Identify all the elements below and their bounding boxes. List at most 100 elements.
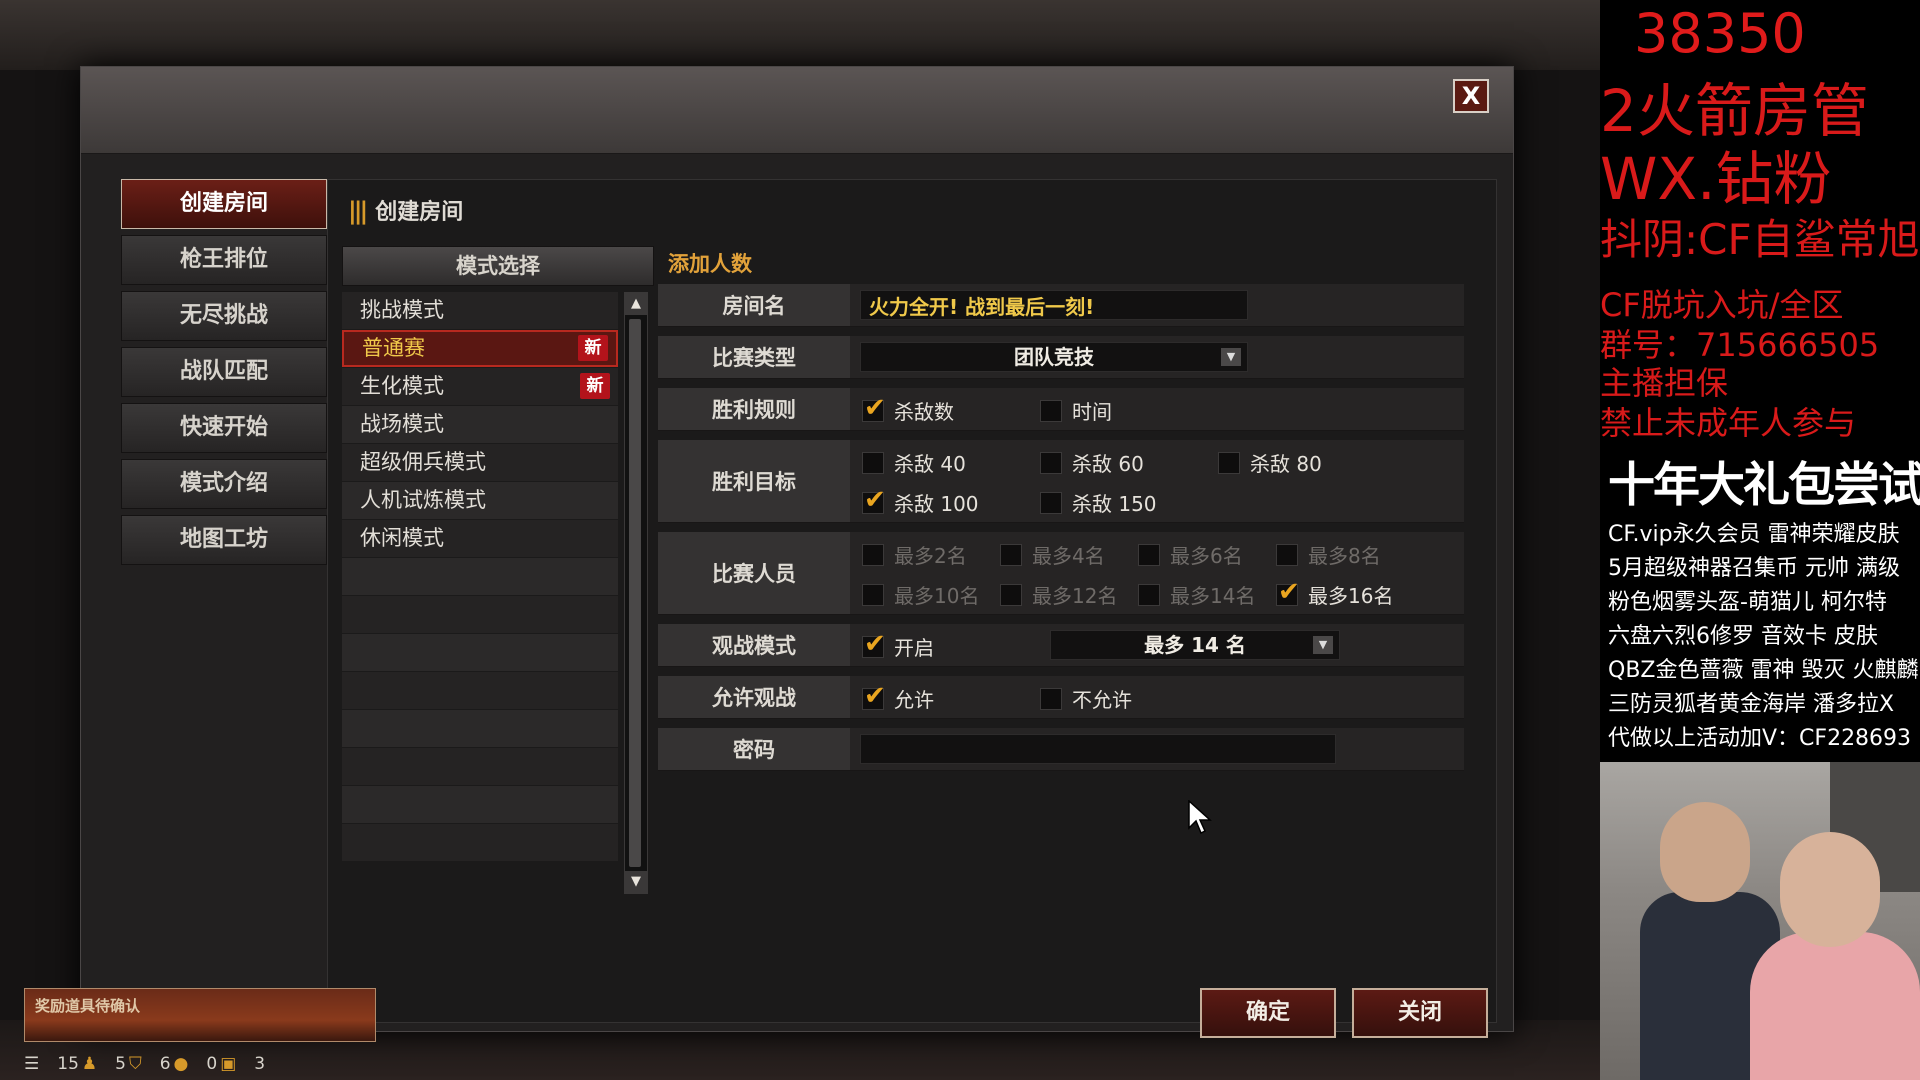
mode-label: 挑战模式 (360, 298, 444, 322)
room-name-input[interactable] (861, 291, 1247, 319)
players-option: 最多14名 (1138, 580, 1255, 609)
room-name-field[interactable] (860, 290, 1248, 320)
reward-notice[interactable]: 奖励道具待确认 (24, 988, 376, 1042)
settings-title: 添加人数 (668, 252, 752, 276)
players-option: 最多12名 (1000, 580, 1117, 609)
dialog-close-icon[interactable]: X (1453, 79, 1489, 113)
mode-item[interactable]: 生化模式 新 (342, 368, 618, 405)
row-password: 密码 (658, 728, 1464, 771)
gift-icon: ▣ (220, 1054, 237, 1074)
checkbox (862, 544, 884, 566)
scroll-down-icon[interactable]: ▼ (625, 871, 647, 893)
mode-item-selected[interactable]: 普通赛 新 (342, 330, 618, 367)
target-option[interactable]: 杀敌 60 (1040, 448, 1144, 477)
create-room-dialog: X 创建房间 枪王排位 无尽挑战 战队匹配 快速开始 模式介绍 地图工坊 |||… (80, 66, 1514, 1038)
overlay-line: 抖阴:CF自鲨常旭 (1600, 215, 1920, 264)
checkbox-checked[interactable] (862, 681, 886, 711)
nav-endless[interactable]: 无尽挑战 (121, 291, 327, 341)
overlay-headline: 十年大礼包尝试解封 (1608, 458, 1920, 513)
mode-list-scrollbar[interactable]: ▲ ▼ (624, 292, 648, 894)
checkbox[interactable] (1040, 492, 1062, 514)
row-allow-spectate: 允许观战 允许 不允许 (658, 676, 1464, 719)
mode-label: 超级佣兵模式 (360, 450, 486, 474)
allow-yes-option[interactable]: 允许 (862, 681, 934, 713)
option-label: 最多12名 (1032, 584, 1118, 608)
mode-empty-row (342, 710, 618, 747)
mode-empty-row (342, 786, 618, 823)
scroll-up-icon[interactable]: ▲ (625, 293, 647, 315)
password-input[interactable] (861, 735, 1335, 763)
close-button[interactable]: 关闭 (1352, 988, 1488, 1038)
nav-map-workshop[interactable]: 地图工坊 (121, 515, 327, 565)
mode-label: 人机试炼模式 (360, 488, 486, 512)
option-label: 时间 (1072, 400, 1112, 424)
checkbox-checked[interactable] (862, 393, 886, 423)
checkbox[interactable] (1040, 452, 1062, 474)
players-option: 最多4名 (1000, 540, 1105, 569)
checkbox[interactable] (1218, 452, 1240, 474)
target-option-selected[interactable]: 杀敌 100 (862, 485, 979, 517)
checkbox (1138, 544, 1160, 566)
nav-create-room[interactable]: 创建房间 (121, 179, 327, 229)
mode-item[interactable]: 战场模式 (342, 406, 618, 443)
spectate-label: 观战模式 (658, 624, 850, 666)
players-option: 最多2名 (862, 540, 967, 569)
checkbox[interactable] (1040, 688, 1062, 710)
status-bar: ☰ 15 ♟ 5 ⛉ 6 ● 0 ▣ 3 (24, 1050, 265, 1078)
shield-icon: ⛉ (128, 1054, 142, 1074)
players-option: 最多8名 (1276, 540, 1381, 569)
chevron-down-icon[interactable]: ▼ (1313, 636, 1333, 654)
option-label: 杀敌数 (894, 400, 954, 424)
room-name-label: 房间名 (658, 284, 850, 326)
spectate-limit-value: 最多 14 名 (1144, 633, 1246, 657)
nav-mode-intro[interactable]: 模式介绍 (121, 459, 327, 509)
win-target-label: 胜利目标 (658, 440, 850, 522)
option-label: 最多10名 (894, 584, 980, 608)
win-rule-label: 胜利规则 (658, 388, 850, 430)
mode-empty-row (342, 596, 618, 633)
status-count: 0 ▣ (206, 1054, 236, 1074)
option-label: 杀敌 40 (894, 452, 966, 476)
password-field[interactable] (860, 734, 1336, 764)
confirm-button[interactable]: 确定 (1200, 988, 1336, 1038)
option-label: 最多14名 (1170, 584, 1256, 608)
mode-item[interactable]: 超级佣兵模式 (342, 444, 618, 481)
mode-item[interactable]: 挑战模式 (342, 292, 618, 329)
left-nav: 创建房间 枪王排位 无尽挑战 战队匹配 快速开始 模式介绍 地图工坊 (121, 179, 327, 571)
status-count: 15 ♟ (57, 1054, 97, 1074)
target-option[interactable]: 杀敌 150 (1040, 488, 1157, 517)
mode-empty-row (342, 672, 618, 709)
mode-select-header: 模式选择 (342, 246, 654, 286)
mode-empty-row (342, 558, 618, 595)
match-type-select[interactable]: 团队竞技 ▼ (860, 342, 1248, 372)
win-rule-kills-option[interactable]: 杀敌数 (862, 393, 954, 425)
checkbox-checked[interactable] (862, 485, 886, 515)
players-option-selected[interactable]: 最多16名 (1276, 577, 1393, 609)
checkbox-checked[interactable] (1276, 577, 1300, 607)
nav-quick-start[interactable]: 快速开始 (121, 403, 327, 453)
overlay-list-item: QBZ金色蔷薇 雷神 毁灭 火麒麟 (1608, 658, 1919, 683)
checkbox[interactable] (862, 452, 884, 474)
checkbox (862, 584, 884, 606)
allow-no-option[interactable]: 不允许 (1040, 684, 1132, 713)
menu-icon[interactable]: ☰ (24, 1054, 39, 1074)
overlay-number: 38350 (1634, 2, 1806, 65)
option-label: 允许 (894, 688, 934, 712)
checkbox[interactable] (1040, 400, 1062, 422)
spectate-on-option[interactable]: 开启 (862, 629, 934, 661)
win-rule-time-option[interactable]: 时间 (1040, 396, 1112, 425)
target-option[interactable]: 杀敌 40 (862, 448, 966, 477)
chevron-down-icon[interactable]: ▼ (1221, 348, 1241, 366)
players-option: 最多6名 (1138, 540, 1243, 569)
mode-item[interactable]: 休闲模式 (342, 520, 618, 557)
target-option[interactable]: 杀敌 80 (1218, 448, 1322, 477)
checkbox-checked[interactable] (862, 629, 886, 659)
overlay-list-item: 粉色烟雾头盔-萌猫儿 柯尔特 (1608, 590, 1887, 615)
scroll-thumb[interactable] (629, 319, 641, 867)
nav-ranked[interactable]: 枪王排位 (121, 235, 327, 285)
players-label: 比赛人员 (658, 532, 850, 614)
spectate-limit-select[interactable]: 最多 14 名 ▼ (1050, 630, 1340, 660)
mode-item[interactable]: 人机试炼模式 (342, 482, 618, 519)
nav-clan-match[interactable]: 战队匹配 (121, 347, 327, 397)
overlay-list-item: 5月超级神器召集币 元帅 满级 (1608, 556, 1900, 581)
